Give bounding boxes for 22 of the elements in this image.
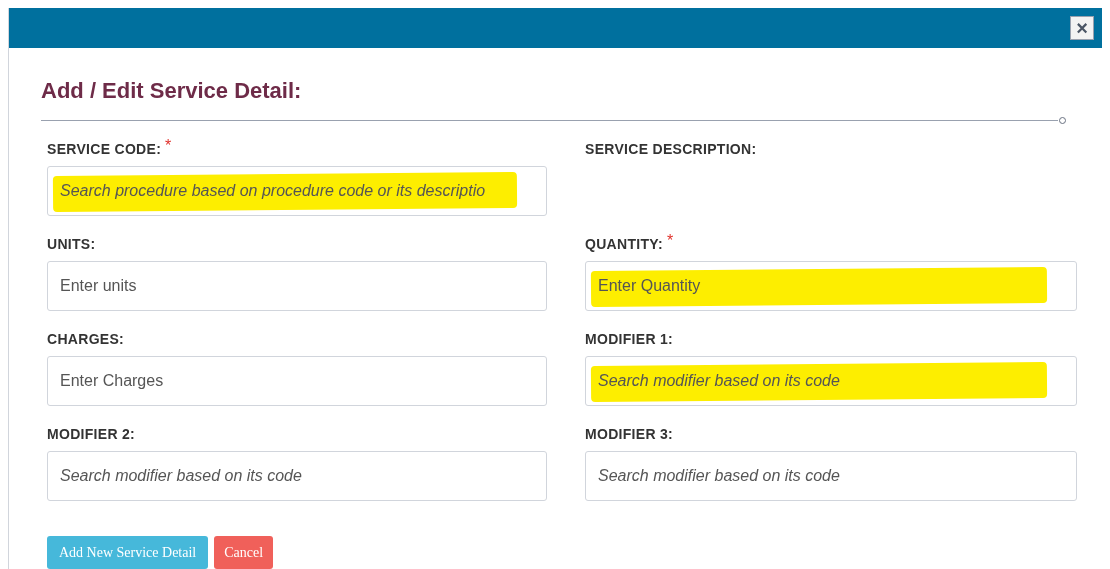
field-label: UNITS: bbox=[47, 235, 96, 254]
required-mark: * bbox=[666, 234, 674, 248]
field-label: MODIFIER 3: bbox=[585, 425, 674, 444]
field-label: MODIFIER 1: bbox=[585, 330, 674, 349]
input-field[interactable]: Search modifier based on its code bbox=[47, 451, 547, 501]
input-field[interactable]: Search procedure based on procedure code or its descriptio bbox=[47, 166, 547, 216]
cancel-button[interactable]: Cancel bbox=[214, 536, 274, 569]
input-field[interactable]: Enter Quantity bbox=[585, 261, 1077, 311]
input-field[interactable]: Enter Charges bbox=[47, 356, 547, 406]
add-button[interactable]: Add New Service Detail bbox=[47, 536, 209, 569]
field-label: CHARGES: bbox=[47, 330, 125, 349]
required-mark: * bbox=[165, 139, 172, 153]
input-field[interactable]: Search modifier based on its code bbox=[585, 451, 1077, 501]
dialog-title: Add / Edit Service Detail: bbox=[41, 77, 302, 105]
field-label: MODIFIER 2: bbox=[47, 425, 136, 444]
field-label: SERVICE DESCRIPTION: bbox=[585, 140, 757, 159]
field-label: SERVICE CODE: bbox=[47, 140, 162, 159]
input-field[interactable]: Enter units bbox=[47, 261, 547, 311]
field-label: QUANTITY: bbox=[585, 235, 663, 254]
input-field[interactable]: Search modifier based on its code bbox=[585, 356, 1077, 406]
close-button[interactable]: × bbox=[1070, 16, 1094, 40]
rule-end-icon bbox=[1059, 117, 1066, 124]
